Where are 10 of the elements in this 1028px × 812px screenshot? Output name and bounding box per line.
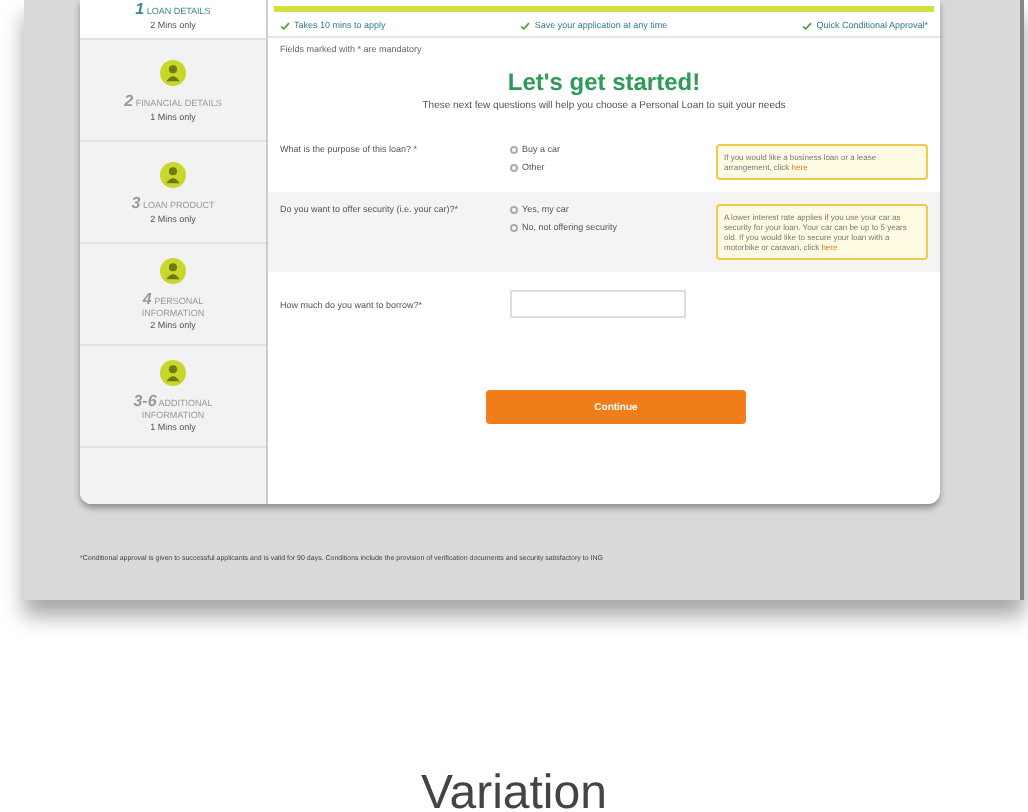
figure-icon xyxy=(160,59,186,85)
figure-icon xyxy=(160,161,186,187)
check-icon xyxy=(280,21,290,29)
caption: Variation xyxy=(419,766,609,812)
figure-icon xyxy=(160,258,186,284)
heading: Let's get started! xyxy=(505,68,703,96)
amount-field[interactable] xyxy=(510,290,686,318)
check-icon xyxy=(802,21,813,29)
check-icon xyxy=(520,21,531,29)
figure-icon xyxy=(160,360,186,386)
